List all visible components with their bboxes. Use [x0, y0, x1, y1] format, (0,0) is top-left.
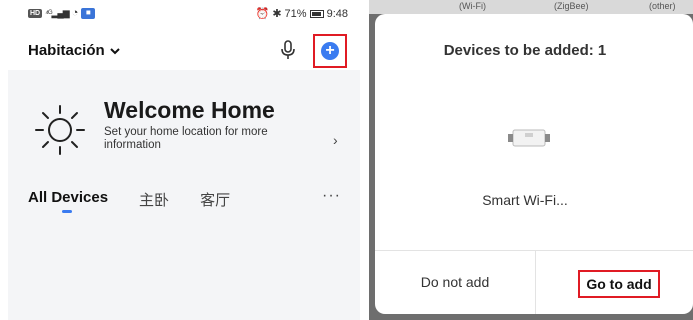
- divider: [535, 250, 536, 314]
- battery-icon: [309, 9, 324, 18]
- location-prompt[interactable]: Set your home location for more informat…: [104, 126, 304, 152]
- status-bar: HD ⁴ᴳ▂▄▆ ◔ ◼ ⏰ ✱ 71% 9:48: [0, 0, 360, 28]
- welcome-title: Welcome Home: [104, 97, 275, 123]
- device-name: Smart Wi-Fi...: [482, 192, 568, 208]
- app-notification-icon: ◼: [81, 7, 96, 19]
- add-device-button[interactable]: +: [321, 42, 339, 60]
- top-bar: Habitación +: [0, 32, 360, 68]
- chevron-down-icon: [109, 47, 120, 54]
- add-device-highlight: +: [313, 34, 347, 68]
- clock: 9:48: [326, 7, 348, 20]
- dialog-title: Devices to be added: 1: [443, 42, 607, 59]
- bluetooth-icon: ✱: [272, 8, 282, 20]
- chevron-right-icon[interactable]: ›: [333, 132, 338, 148]
- go-to-add-button[interactable]: Go to add: [578, 270, 660, 298]
- battery-percent: 71%: [284, 7, 307, 20]
- tab-all-devices[interactable]: All Devices: [28, 189, 108, 219]
- screenshot: HD ⁴ᴳ▂▄▆ ◔ ◼ ⏰ ✱ 71% 9:48 Habitación + W…: [0, 0, 693, 320]
- hd-icon: HD: [28, 8, 43, 18]
- active-tab-indicator: [62, 210, 72, 213]
- room-name: Habitación: [28, 42, 105, 59]
- more-icon[interactable]: ···: [322, 187, 341, 205]
- sun-icon: [35, 105, 85, 155]
- do-not-add-button[interactable]: Do not add: [375, 250, 535, 314]
- dialog-screen: (Wi-Fi) (ZigBee) (other) Devices to be a…: [369, 0, 693, 320]
- alarm-icon: ⏰: [255, 8, 270, 20]
- room-tabs: All Devices 主卧 客厅: [28, 189, 261, 219]
- wifi-icon: ◔: [71, 7, 79, 19]
- microphone-icon[interactable]: [280, 40, 296, 60]
- signal-icon: ⁴ᴳ▂▄▆: [45, 7, 70, 18]
- tab-living-room[interactable]: 客厅: [200, 189, 230, 219]
- background-strip: (Wi-Fi) (ZigBee) (other): [369, 0, 693, 14]
- smart-switch-image: [508, 129, 550, 147]
- add-device-dialog: Devices to be added: 1 Smart Wi-Fi... Do…: [375, 14, 693, 314]
- room-selector[interactable]: Habitación: [28, 42, 121, 59]
- home-screen: HD ⁴ᴳ▂▄▆ ◔ ◼ ⏰ ✱ 71% 9:48 Habitación + W…: [0, 0, 360, 320]
- tab-master-bedroom[interactable]: 主卧: [139, 189, 169, 219]
